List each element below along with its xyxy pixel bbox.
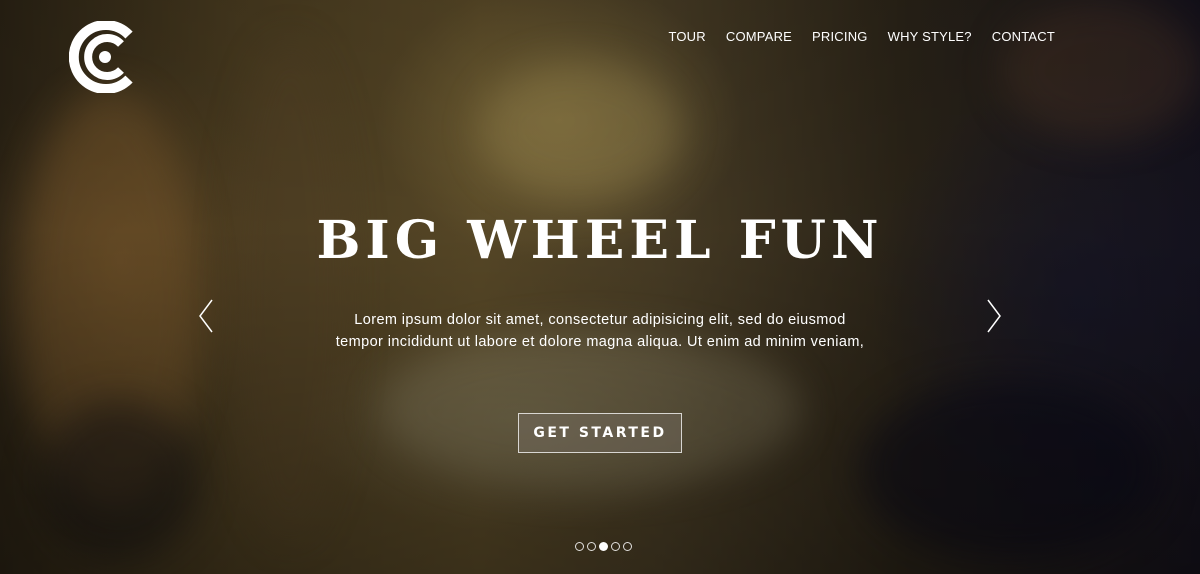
nav-item-contact[interactable]: CONTACT bbox=[992, 29, 1055, 44]
hero-section: TOUR COMPARE PRICING WHY STYLE? CONTACT … bbox=[0, 0, 1200, 574]
slider-dot[interactable] bbox=[610, 542, 620, 551]
slider-dot[interactable] bbox=[574, 542, 584, 551]
slider-pagination bbox=[0, 542, 1200, 551]
hero-subtitle-line-2: tempor incididunt ut labore et dolore ma… bbox=[335, 334, 865, 350]
hero-title: BIG WHEEL FUN bbox=[316, 210, 884, 271]
chevron-right-icon[interactable] bbox=[986, 298, 1002, 334]
hero-overlay bbox=[0, 0, 1200, 574]
hero-subtitle-line-1: Lorem ipsum dolor sit amet, consectetur … bbox=[354, 312, 846, 328]
main-nav: TOUR COMPARE PRICING WHY STYLE? CONTACT bbox=[668, 29, 1055, 44]
slider-dot[interactable] bbox=[598, 542, 608, 551]
nav-item-compare[interactable]: COMPARE bbox=[726, 29, 792, 44]
concentric-c-logo[interactable] bbox=[69, 21, 141, 93]
get-started-button[interactable]: GET STARTED bbox=[518, 413, 682, 453]
hero-subtitle: Lorem ipsum dolor sit amet, consectetur … bbox=[300, 309, 900, 353]
nav-item-why-style[interactable]: WHY STYLE? bbox=[888, 29, 972, 44]
nav-item-tour[interactable]: TOUR bbox=[668, 29, 705, 44]
chevron-left-icon[interactable] bbox=[198, 298, 214, 334]
slider-dot[interactable] bbox=[586, 542, 596, 551]
slider-dot[interactable] bbox=[622, 542, 632, 551]
nav-item-pricing[interactable]: PRICING bbox=[812, 29, 868, 44]
